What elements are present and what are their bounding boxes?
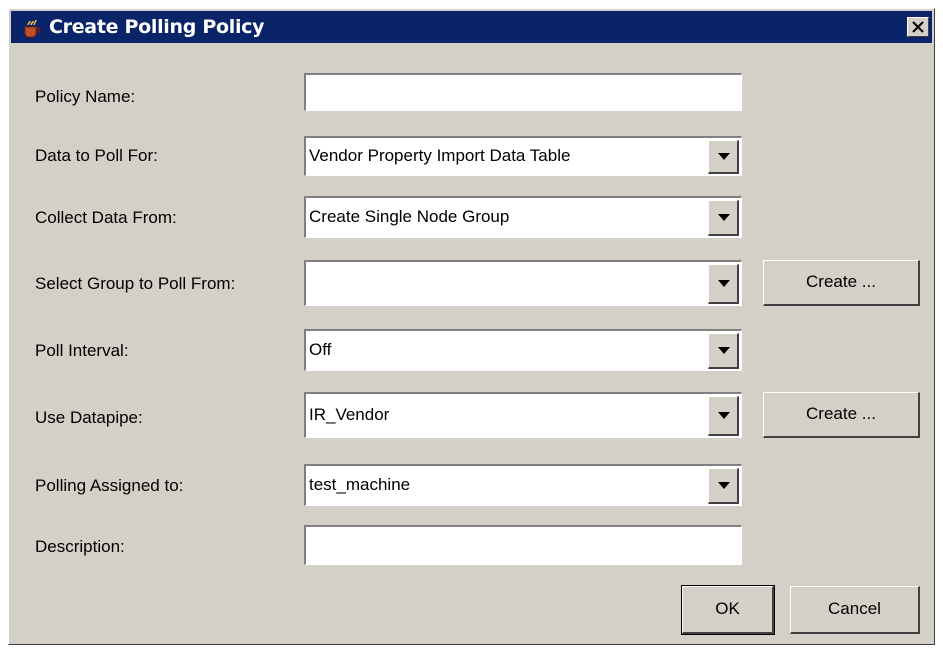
collect-data-from-dropdown-button[interactable] — [708, 200, 739, 236]
chevron-down-icon — [718, 482, 730, 489]
create-datapipe-button[interactable]: Create ... — [763, 392, 920, 438]
coffee-cup-icon — [24, 19, 41, 38]
ok-button[interactable]: OK — [681, 585, 775, 635]
create-polling-policy-dialog: Create Polling Policy Policy Name: Data … — [8, 8, 935, 645]
description-input[interactable] — [306, 527, 741, 564]
polling-assigned-combo[interactable]: test_machine — [304, 464, 742, 506]
title-bar[interactable]: Create Polling Policy — [11, 11, 932, 43]
collect-data-from-label: Collect Data From: — [35, 208, 177, 227]
select-group-dropdown-button[interactable] — [708, 264, 739, 304]
collect-data-from-value: Create Single Node Group — [309, 207, 510, 226]
polling-assigned-value: test_machine — [309, 475, 411, 494]
polling-assigned-dropdown-button[interactable] — [708, 468, 739, 504]
policy-name-field[interactable] — [304, 73, 742, 111]
poll-interval-combo[interactable]: Off — [304, 329, 742, 371]
collect-data-from-combo[interactable]: Create Single Node Group — [304, 196, 742, 238]
data-to-poll-dropdown-button[interactable] — [708, 140, 739, 174]
data-to-poll-value: Vendor Property Import Data Table — [309, 146, 571, 165]
chevron-down-icon — [718, 153, 730, 160]
data-to-poll-label: Data to Poll For: — [35, 146, 158, 165]
poll-interval-label: Poll Interval: — [35, 341, 129, 360]
close-button[interactable] — [907, 17, 929, 37]
poll-interval-value: Off — [309, 340, 332, 359]
chevron-down-icon — [718, 280, 730, 287]
cancel-button[interactable]: Cancel — [790, 586, 920, 634]
select-group-combo[interactable] — [304, 260, 742, 306]
policy-name-input[interactable] — [306, 75, 741, 110]
use-datapipe-value: IR_Vendor — [309, 405, 390, 424]
create-group-button[interactable]: Create ... — [763, 260, 920, 306]
data-to-poll-combo[interactable]: Vendor Property Import Data Table — [304, 136, 742, 176]
policy-name-label: Policy Name: — [35, 87, 136, 106]
chevron-down-icon — [718, 412, 730, 419]
description-label: Description: — [35, 537, 125, 556]
chevron-down-icon — [718, 347, 730, 354]
description-field[interactable] — [304, 525, 742, 565]
poll-interval-dropdown-button[interactable] — [708, 333, 739, 369]
use-datapipe-combo[interactable]: IR_Vendor — [304, 392, 742, 438]
polling-assigned-label: Polling Assigned to: — [35, 476, 184, 495]
dialog-title: Create Polling Policy — [49, 16, 265, 38]
chevron-down-icon — [718, 214, 730, 221]
close-icon — [912, 21, 924, 33]
select-group-label: Select Group to Poll From: — [35, 274, 236, 293]
use-datapipe-dropdown-button[interactable] — [708, 396, 739, 436]
use-datapipe-label: Use Datapipe: — [35, 408, 143, 427]
